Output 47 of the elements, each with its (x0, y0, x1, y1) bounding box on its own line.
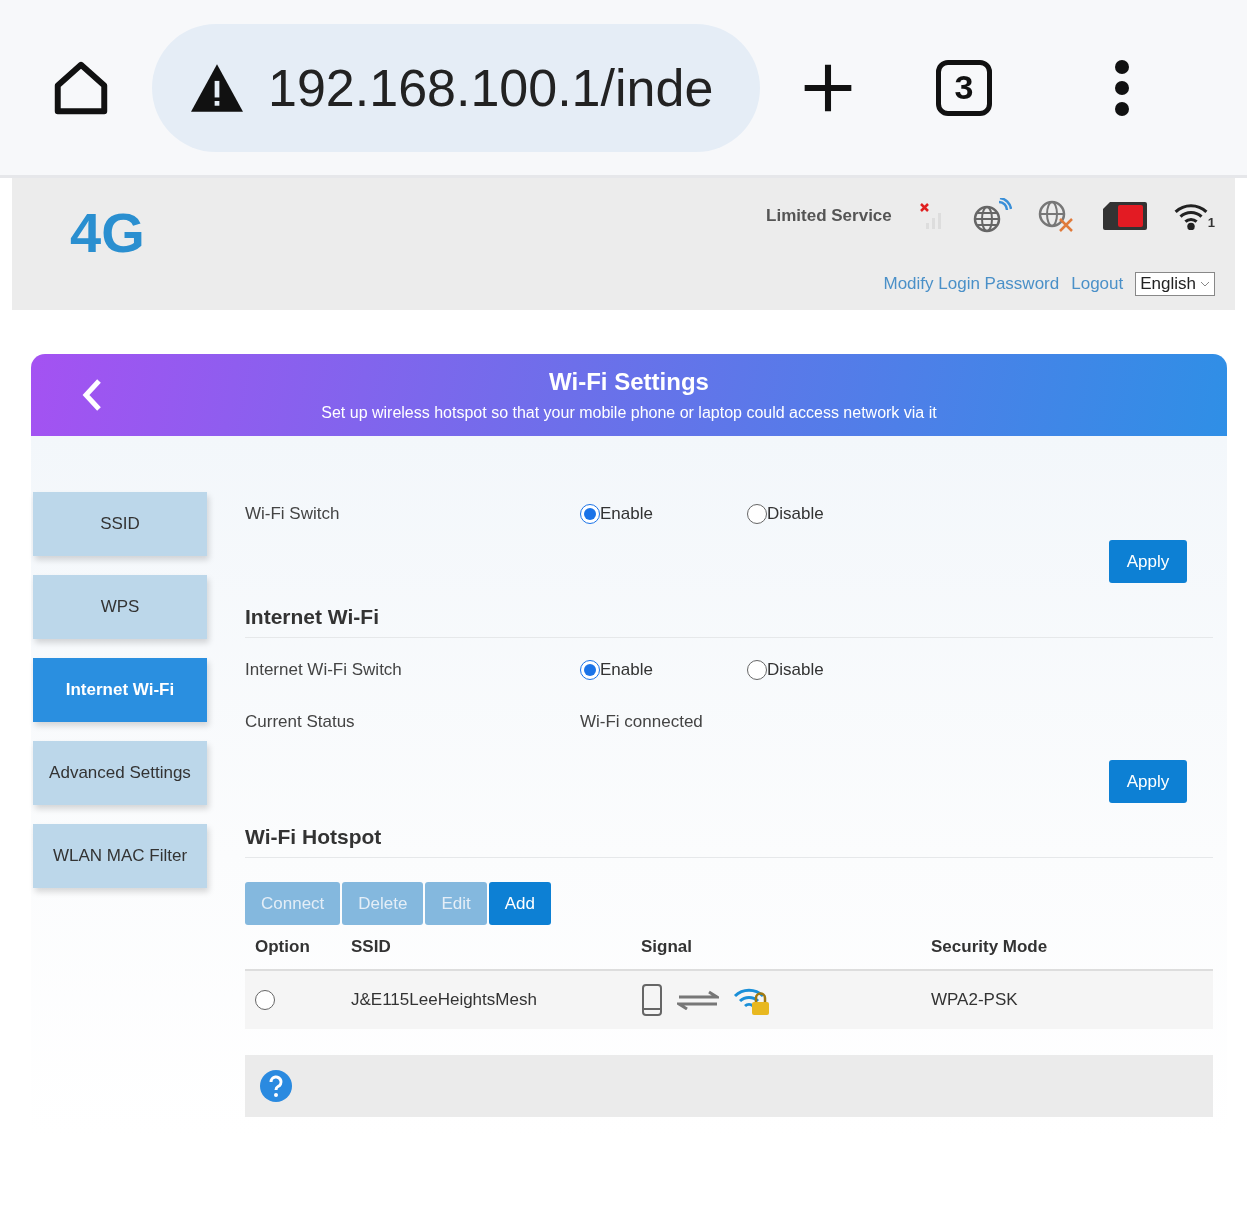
radio-button[interactable] (580, 504, 600, 524)
url-text: 192.168.100.1/inde (268, 57, 714, 118)
field-label: Wi-Fi Switch (245, 504, 341, 524)
radio-option[interactable]: Enable (580, 660, 747, 680)
apply-button[interactable]: Apply (1109, 540, 1187, 583)
help-icon[interactable] (259, 1069, 293, 1103)
sidebar-item[interactable]: WPS (33, 575, 207, 639)
chevron-down-icon (1200, 281, 1210, 287)
status-value: Wi-Fi connected (580, 712, 704, 732)
field-label: Internet Wi-Fi Switch (245, 660, 403, 680)
back-icon[interactable] (81, 378, 103, 412)
row-radio-button[interactable] (255, 990, 275, 1010)
column-header: Signal (641, 937, 693, 957)
status-text: Limited Service (766, 206, 892, 226)
apply-button[interactable]: Apply (1109, 760, 1187, 803)
logo: 4G (70, 200, 145, 266)
radio-button[interactable] (747, 504, 767, 524)
radio-button[interactable] (580, 660, 600, 680)
wifi-icon (1173, 202, 1208, 230)
sim-card-icon (1101, 201, 1148, 231)
column-header: Option (255, 937, 311, 957)
phone-icon (641, 983, 663, 1017)
page-subtitle: Set up wireless hotspot so that your mobile phone or laptop could access network via it (321, 404, 937, 422)
table-cell-text: J&E115LeeHeightsMesh (351, 990, 538, 1010)
transfer-arrows-icon (677, 990, 719, 1010)
table-cell-text: WPA2-PSK (931, 990, 1019, 1010)
column-header: Security Mode (931, 937, 1049, 957)
menu-icon[interactable] (1112, 59, 1132, 116)
radio-button[interactable] (747, 660, 767, 680)
section-heading: Wi-Fi Hotspot (245, 825, 1213, 858)
column-header: SSID (351, 937, 392, 957)
address-bar[interactable]: 192.168.100.1/inde (152, 23, 760, 152)
language-select[interactable]: English (1135, 272, 1215, 296)
sidebar-item[interactable]: WLAN MAC Filter (33, 824, 207, 888)
tab-count-button[interactable]: 3 (936, 59, 992, 116)
section-heading: Internet Wi-Fi (245, 605, 1213, 638)
page-title: Wi-Fi Settings (549, 368, 709, 396)
radio-option[interactable]: Disable (747, 660, 1213, 680)
wifi-client-count: 1 (1207, 215, 1215, 230)
toolbar-button[interactable]: Add (488, 882, 551, 925)
sidebar-item[interactable]: Advanced Settings (33, 741, 207, 805)
globe-icon (971, 198, 1012, 234)
sidebar-item[interactable]: SSID (33, 492, 207, 556)
radio-option[interactable]: Enable (580, 504, 747, 524)
radio-option[interactable]: Disable (747, 504, 1213, 524)
globe-disconnected-icon (1037, 199, 1076, 233)
field-label: Current Status (245, 712, 356, 732)
